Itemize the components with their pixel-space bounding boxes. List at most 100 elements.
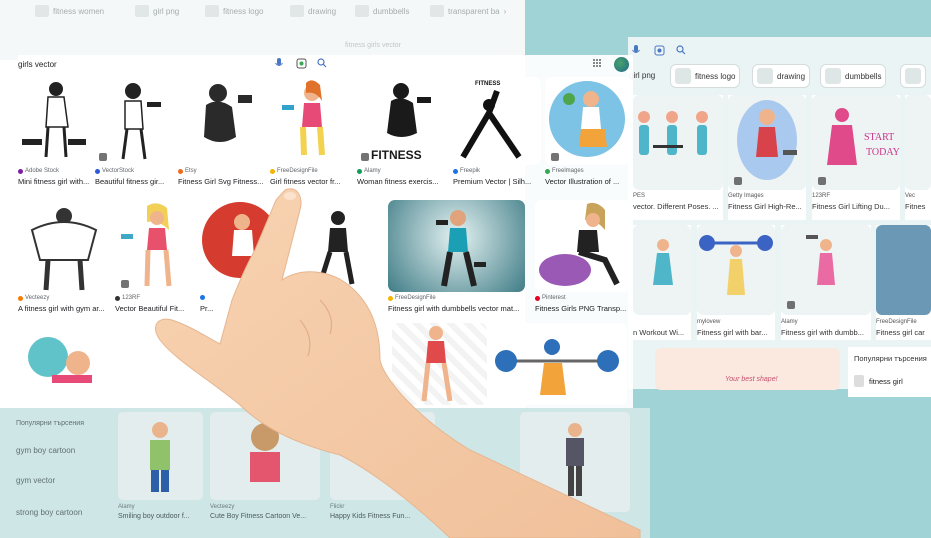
image-result-card[interactable]: FreeDesignFile Girl fitness vector fr... [270,77,355,192]
result-caption: vector. Different Poses. ... [633,202,719,211]
source-dot-icon [178,168,183,174]
image-result-card[interactable]: Vecteezy A fitness girl with gym ar... [18,200,110,320]
search-input[interactable]: girls vector [18,60,57,69]
image-result-card[interactable]: VectorStock Beautiful fitness gir... [95,77,173,192]
result-source-text: Etsy [185,168,197,174]
result-image [270,77,355,165]
back-chip[interactable]: drawing [290,4,336,18]
image-result-card[interactable] [18,323,108,405]
image-result-card[interactable]: Alamy Fitness girl with dumbb... [781,225,871,340]
image-result-card[interactable]: Art, Ic... [290,200,382,320]
image-result-card[interactable] [392,323,487,405]
apps-grid-icon[interactable] [592,58,602,71]
result-source: FreeDesignFile [876,319,917,325]
fitness-logo-text: FITNESS [475,81,500,87]
result-source: mylovew [697,319,721,325]
image-checkbox[interactable] [787,301,795,309]
image-checkbox[interactable] [551,153,559,161]
result-caption: Cute Boy Fitness Cartoon Ve... [210,513,307,520]
image-result-card[interactable]: Flickr Happy Kids Fitness Fun... [330,412,435,532]
popular-search-item[interactable]: strong boy cartoon [16,508,82,517]
lens-icon[interactable] [654,45,665,59]
chevron-right-icon: › [503,6,507,16]
image-result-card[interactable]: Pr... [200,200,282,320]
popular-search-item[interactable]: gym vector [16,476,55,485]
result-source-text: Vecteezy [25,295,50,301]
image-result-card[interactable]: Vecteezy Cute Boy Fitness Cartoon Ve... [210,412,320,532]
lens-icon[interactable] [296,58,307,72]
source-dot-icon [535,295,540,301]
popular-thumbnail [854,375,864,387]
image-result-card[interactable]: Pinterest Fitness Girls PNG Transp... [535,200,630,320]
result-caption: Mini fitness girl with... [18,177,90,186]
result-source: Adobe Stock [18,168,59,174]
image-result-card[interactable]: Getty Images Fitness Girl High-Re... [728,95,806,220]
result-source: Getty Images [728,193,764,199]
back-chip[interactable]: fitness women [35,4,104,18]
image-result-card[interactable] [520,412,630,532]
image-checkbox[interactable] [361,153,369,161]
image-result-card[interactable] [492,323,627,405]
result-image [633,95,723,190]
result-source: Vecteezy [210,504,235,510]
popular-searches-panel: Популярни търсения fitness girl [848,347,931,397]
image-result-card[interactable]: PES vector. Different Poses. ... [633,95,723,220]
result-source-text: FreeDesignFile [395,295,436,301]
microphone-icon[interactable] [275,58,283,72]
result-source: 123RF [115,295,140,301]
search-icon[interactable] [676,45,686,58]
image-result-card[interactable]: FITNESS Freepik Premium Vector | Silh... [453,77,541,192]
image-result-card[interactable]: Alamy Smiling boy outdoor f... [118,412,203,532]
right-toolbar [628,40,931,62]
right-chip[interactable]: drawing [752,64,811,88]
image-result-card[interactable]: FITNESS Alamy Woman fitness exercis... [357,77,449,192]
image-result-card[interactable]: 123RF Vector Beautiful Fit... [115,200,197,320]
result-image [210,412,320,500]
result-source-text: Pinterest [542,295,566,301]
back-chip[interactable]: transparent ba › [430,4,506,18]
image-checkbox[interactable] [818,177,826,185]
image-checkbox[interactable] [734,177,742,185]
search-bar[interactable]: girls vector [18,55,633,75]
image-result-card[interactable]: START TODAY 123RF Fitness Girl Lifting D… [812,95,900,220]
microphone-icon[interactable] [632,45,640,59]
image-result-card[interactable] [335,323,383,405]
result-caption: Fitness girl with bar... [697,328,768,337]
image-result-card[interactable]: n Workout Wi... [633,225,691,340]
result-image [18,323,108,405]
image-result-card[interactable]: FreeDesignFile Fitness girl car [876,225,931,340]
right-chip[interactable]: dumbbells [820,64,887,88]
back-chip[interactable]: dumbbells [355,4,409,18]
back-chip[interactable]: girl png [135,4,179,18]
back-chip[interactable]: fitness logo [205,4,263,18]
chip-thumbnail [757,68,773,84]
result-image [178,77,263,165]
right-chip[interactable]: fitness logo [670,64,741,88]
chip-thumbnail [355,5,369,17]
result-caption: Fitness girl car [876,328,925,337]
right-chip[interactable] [900,64,926,88]
image-result-card[interactable]: mylovew Fitness girl with bar... [697,225,775,340]
result-source: Flickr [330,504,345,510]
account-avatar[interactable] [614,57,629,72]
image-checkbox[interactable] [121,280,129,288]
image-result-card[interactable]: FreeDesignFile Fitness girl with dumbbel… [388,200,525,320]
image-checkbox[interactable] [99,153,107,161]
image-result-card[interactable]: Freelmages Vector Illustration of ... [545,77,630,192]
image-result-card[interactable]: Vec Fitnes [905,95,931,220]
result-source-text: VectorStock [102,168,135,174]
image-result-card[interactable]: Adobe Stock Mini fitness girl with... [18,77,90,192]
popular-search-item[interactable]: fitness girl [854,375,903,387]
result-source: FreeDesignFile [270,168,318,174]
popular-search-item[interactable]: gym boy cartoon [16,446,75,455]
result-caption: n Workout Wi... [633,328,685,337]
result-source: Vec [905,193,916,199]
search-icon[interactable] [317,58,327,71]
popular-search-label: fitness girl [869,376,903,386]
result-image: START TODAY [812,95,900,190]
banner-result-image[interactable]: Your best shape! [655,348,840,390]
result-source-text: FreeDesignFile [277,168,318,174]
chip-thumbnail [135,5,149,17]
result-source: VectorStock [95,168,134,174]
image-result-card[interactable]: Etsy Fitness Girl Svg Fitness... [178,77,263,192]
